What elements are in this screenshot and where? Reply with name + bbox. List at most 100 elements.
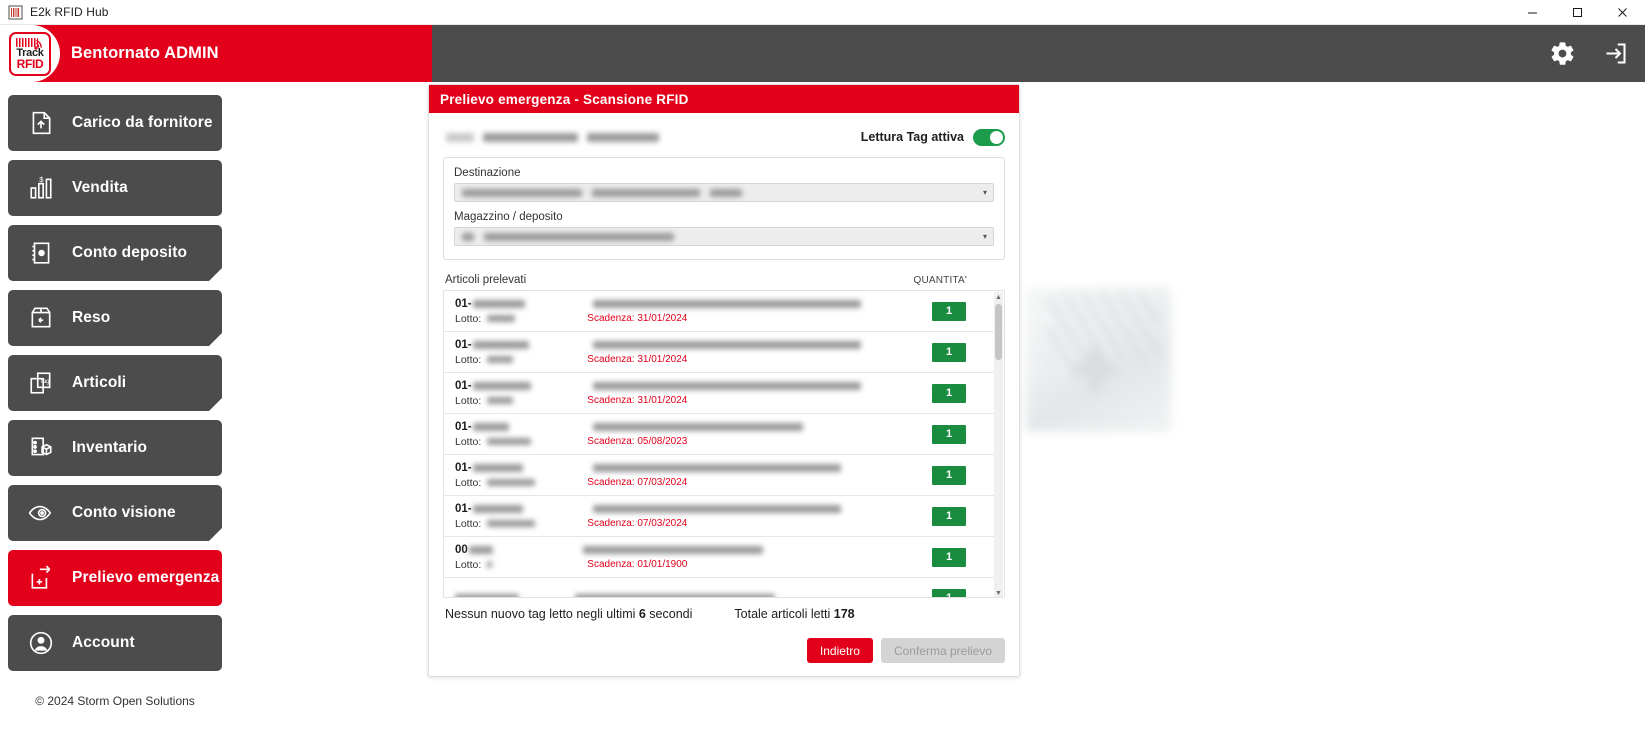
lotto-label: Lotto: bbox=[455, 313, 481, 325]
row-content: 01- Lotto: Scadenza: 05/08/2023 bbox=[455, 421, 932, 448]
gear-icon[interactable] bbox=[1549, 40, 1576, 67]
redacted-text bbox=[473, 423, 509, 431]
toggle-knob bbox=[990, 131, 1003, 144]
quantity-badge[interactable]: 1 bbox=[932, 507, 966, 526]
redacted-text bbox=[483, 133, 578, 142]
redacted-description bbox=[593, 300, 861, 308]
table-row[interactable]: 01- Lotto: Scadenza: 05/08/2023 bbox=[444, 414, 1004, 455]
sidebar-item-prelievo-emergenza[interactable]: Prelievo emergenza bbox=[8, 550, 222, 606]
quantity-badge[interactable]: 1 bbox=[932, 589, 966, 598]
row-bottom: Lotto: Scadenza: 07/03/2024 bbox=[455, 477, 932, 489]
redacted-text bbox=[473, 505, 523, 513]
logout-icon[interactable] bbox=[1602, 40, 1629, 67]
sidebar-item-label: Account bbox=[72, 634, 135, 652]
articles-list[interactable]: 01- Lotto: Scadenza: 31/01/2024 bbox=[443, 290, 1005, 598]
sidebar-item-articoli[interactable]: Tag Articoli bbox=[8, 355, 222, 411]
photo-instruments bbox=[1048, 293, 1158, 363]
article-code: 01- bbox=[455, 339, 472, 351]
redacted-lotto bbox=[487, 520, 535, 527]
app-body: Carico da fornitore $ Vendita Conto depo… bbox=[0, 82, 1645, 738]
articles-list-scroll: 01- Lotto: Scadenza: 31/01/2024 bbox=[444, 291, 1004, 597]
redacted-lotto bbox=[487, 479, 535, 486]
list-header: Articoli prelevati QUANTITA' bbox=[443, 274, 1005, 290]
total-pre: Totale articoli letti bbox=[734, 607, 833, 621]
copyright-text: © 2024 Storm Open Solutions bbox=[8, 694, 222, 708]
row-top bbox=[455, 594, 932, 597]
scrollbar-thumb[interactable] bbox=[995, 304, 1002, 360]
selected-value-redacted bbox=[462, 189, 742, 197]
quantity-badge[interactable]: 1 bbox=[932, 548, 966, 567]
card-actions: Indietro Conferma prelievo bbox=[443, 638, 1005, 663]
destinazione-select[interactable]: ▾ bbox=[454, 183, 994, 202]
table-row[interactable]: 01- Lotto: Scadenza: 07/03/2024 bbox=[444, 455, 1004, 496]
app-logo: Track RFID bbox=[0, 25, 60, 82]
row-bottom: Lotto: Scadenza: 07/03/2024 bbox=[455, 518, 932, 530]
redacted-text bbox=[462, 189, 582, 197]
tag-reading-toggle-group[interactable]: Lettura Tag attiva bbox=[861, 129, 1005, 146]
quantity-badge[interactable]: 1 bbox=[932, 425, 966, 444]
sidebar-item-carico-da-fornitore[interactable]: Carico da fornitore bbox=[8, 95, 222, 151]
row-content: 01- Lotto: Scadenza: 31/01/2024 bbox=[455, 339, 932, 366]
quantity-badge[interactable]: 1 bbox=[932, 384, 966, 403]
row-bottom: Lotto: Scadenza: 31/01/2024 bbox=[455, 395, 932, 407]
sidebar-item-label: Conto visione bbox=[72, 504, 176, 522]
row-content: 01- Lotto: Scadenza: 07/03/2024 bbox=[455, 462, 932, 489]
close-button[interactable] bbox=[1600, 0, 1645, 25]
sidebar-item-conto-visione[interactable]: Conto visione bbox=[8, 485, 222, 541]
operator-info-redacted bbox=[443, 133, 659, 142]
table-row[interactable]: 01- Lotto: Scadenza: 31/01/2024 bbox=[444, 373, 1004, 414]
scroll-down-icon[interactable]: ▼ bbox=[994, 588, 1003, 598]
row-top: 01- bbox=[455, 298, 932, 310]
field-label: Destinazione bbox=[454, 167, 994, 179]
card-body: Lettura Tag attiva Destinazione bbox=[429, 113, 1019, 676]
expiry-date: Scadenza: 07/03/2024 bbox=[587, 477, 687, 488]
article-code: 01- bbox=[455, 421, 472, 433]
tag-reading-label: Lettura Tag attiva bbox=[861, 130, 964, 144]
sidebar-item-conto-deposito[interactable]: Conto deposito bbox=[8, 225, 222, 281]
sidebar-item-label: Articoli bbox=[72, 374, 126, 392]
list-scrollbar[interactable]: ▲ ▼ bbox=[994, 292, 1003, 598]
list-header-label: Articoli prelevati bbox=[445, 274, 526, 286]
resize-corner-icon bbox=[209, 528, 222, 541]
redacted-lotto bbox=[487, 561, 492, 568]
quantity-badge[interactable]: 1 bbox=[932, 466, 966, 485]
redacted-text bbox=[592, 189, 700, 197]
row-top: 01- bbox=[455, 380, 932, 392]
table-row[interactable]: 01- Lotto: Scadenza: 31/01/2024 bbox=[444, 291, 1004, 332]
maximize-button[interactable] bbox=[1555, 0, 1600, 25]
resize-corner-icon bbox=[209, 333, 222, 346]
quantity-badge[interactable]: 1 bbox=[932, 302, 966, 321]
magazzino-select[interactable]: ▾ bbox=[454, 227, 994, 246]
back-button[interactable]: Indietro bbox=[807, 638, 873, 663]
table-row[interactable]: 00 Lotto: Scadenza: 01/01/1900 bbox=[444, 537, 1004, 578]
row-top: 01- bbox=[455, 503, 932, 515]
quantity-badge[interactable]: 1 bbox=[932, 343, 966, 362]
redacted-lotto bbox=[487, 397, 513, 404]
expiry-date: Scadenza: 01/01/1900 bbox=[587, 559, 687, 570]
app-header: Track RFID Bentornato ADMIN bbox=[0, 25, 1645, 82]
background-photo bbox=[1026, 287, 1171, 432]
table-row[interactable]: 01- Lotto: Scadenza: 31/01/2024 bbox=[444, 332, 1004, 373]
scroll-up-icon[interactable]: ▲ bbox=[994, 292, 1003, 302]
article-code: 01- bbox=[455, 298, 472, 310]
redacted-description bbox=[583, 546, 763, 554]
sidebar-item-inventario[interactable]: Inventario bbox=[8, 420, 222, 476]
tag-documents-icon: Tag bbox=[26, 368, 56, 398]
field-destinazione: Destinazione ▾ bbox=[454, 167, 994, 202]
sidebar-item-account[interactable]: Account bbox=[8, 615, 222, 671]
redacted-text bbox=[587, 133, 659, 142]
table-row[interactable]: 01- Lotto: Scadenza: 07/03/2024 bbox=[444, 496, 1004, 537]
sidebar-item-vendita[interactable]: $ Vendita bbox=[8, 160, 222, 216]
window-titlebar: E2k RFID Hub bbox=[0, 0, 1645, 25]
row-content: 01- Lotto: Scadenza: 31/01/2024 bbox=[455, 298, 932, 325]
expiry-date: Scadenza: 31/01/2024 bbox=[587, 354, 687, 365]
lotto-label: Lotto: bbox=[455, 518, 481, 530]
table-row[interactable]: 1 bbox=[444, 578, 1004, 597]
rfid-wave-icon bbox=[34, 37, 46, 48]
tag-reading-toggle[interactable] bbox=[973, 129, 1005, 146]
sidebar-item-reso[interactable]: Reso bbox=[8, 290, 222, 346]
chevron-down-icon: ▾ bbox=[983, 232, 987, 241]
confirm-pickup-button[interactable]: Conferma prelievo bbox=[881, 638, 1005, 663]
minimize-button[interactable] bbox=[1510, 0, 1555, 25]
window-title: E2k RFID Hub bbox=[30, 5, 109, 19]
